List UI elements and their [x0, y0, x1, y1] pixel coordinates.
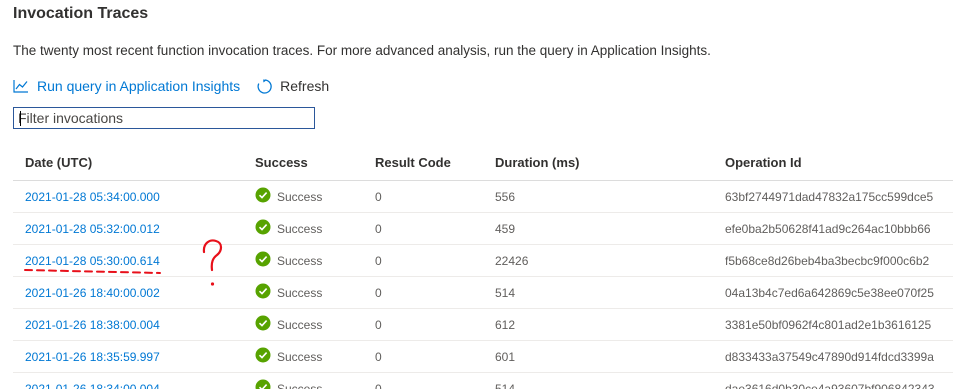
table-header: Date (UTC) Success Result Code Duration … [13, 145, 953, 181]
row-result-code: 0 [375, 285, 382, 300]
refresh-button[interactable]: Refresh [256, 78, 329, 95]
table-row: 2021-01-28 05:32:00.012 Success 0 459 efe0ba… [13, 213, 953, 245]
row-operation-id: efe0ba2b50628f41ad9c264ac10bbb66 [725, 221, 931, 236]
row-date-link[interactable]: 2021-01-26 18:38:00.004 [25, 309, 160, 340]
row-duration: 459 [495, 221, 516, 236]
refresh-icon [256, 78, 273, 95]
table-row: 2021-01-26 18:34:00.004 Success 0 514 dae361… [13, 373, 953, 389]
table-row: 2021-01-28 05:30:00.614 Success 0 22426 f5b6… [13, 245, 953, 277]
checkmark-circle-icon [255, 219, 271, 238]
row-result-code: 0 [375, 349, 382, 364]
row-success: Success [255, 213, 322, 244]
table-row: 2021-01-26 18:40:00.002 Success 0 514 04a13b… [13, 277, 953, 309]
checkmark-circle-icon [255, 251, 271, 270]
invocations-table: Date (UTC) Success Result Code Duration … [13, 145, 953, 389]
table-body: 2021-01-28 05:34:00.000 Success 0 556 63bf27… [13, 181, 953, 389]
row-success-label: Success [277, 221, 323, 236]
run-query-button[interactable]: Run query in Application Insights [13, 78, 240, 94]
toolbar: Run query in Application Insights Refres… [13, 76, 329, 96]
row-operation-id: 63bf2744971dad47832a175cc599dce5 [725, 189, 934, 204]
row-result-code: 0 [375, 317, 382, 332]
row-operation-id: d833433a37549c47890d914fdcd3399a [725, 349, 934, 364]
page-description: The twenty most recent function invocati… [13, 43, 711, 58]
checkmark-circle-icon [255, 347, 271, 366]
column-header-date[interactable]: Date (UTC) [25, 145, 92, 180]
row-success: Success [255, 245, 322, 276]
row-success-label: Success [277, 349, 323, 364]
invocation-traces-page: Invocation Traces The twenty most recent… [0, 0, 953, 389]
row-success: Success [255, 309, 322, 340]
row-date-link[interactable]: 2021-01-28 05:32:00.012 [25, 213, 160, 244]
row-success: Success [255, 181, 322, 212]
row-date-link[interactable]: 2021-01-26 18:40:00.002 [25, 277, 160, 308]
checkmark-circle-icon [255, 187, 271, 206]
row-result-code: 0 [375, 253, 382, 268]
row-operation-id: f5b68ce8d26beb4ba3becbc9f000c6b2 [725, 253, 930, 268]
row-operation-id: dae3616d0b30ce4a93607bf906842343 [725, 381, 935, 389]
row-duration: 514 [495, 285, 516, 300]
row-duration: 612 [495, 317, 516, 332]
checkmark-circle-icon [255, 315, 271, 334]
row-result-code: 0 [375, 189, 382, 204]
row-success-label: Success [277, 189, 323, 204]
row-duration: 601 [495, 349, 516, 364]
column-header-operation-id[interactable]: Operation Id [725, 145, 802, 180]
table-row: 2021-01-28 05:34:00.000 Success 0 556 63bf27… [13, 181, 953, 213]
column-header-success[interactable]: Success [255, 145, 308, 180]
row-duration: 556 [495, 189, 516, 204]
row-date-link[interactable]: 2021-01-26 18:35:59.997 [25, 341, 160, 372]
filter-input[interactable] [13, 107, 315, 129]
row-success-label: Success [277, 381, 323, 389]
row-duration: 514 [495, 381, 516, 389]
checkmark-circle-icon [255, 283, 271, 302]
table-row: 2021-01-26 18:38:00.004 Success 0 612 3381e5… [13, 309, 953, 341]
row-success-label: Success [277, 317, 323, 332]
text-cursor [20, 111, 21, 126]
row-result-code: 0 [375, 221, 382, 236]
row-date-link[interactable]: 2021-01-28 05:30:00.614 [25, 245, 160, 276]
row-date-link[interactable]: 2021-01-26 18:34:00.004 [25, 373, 160, 389]
row-success: Success [255, 277, 322, 308]
row-success: Success [255, 373, 322, 389]
column-header-duration[interactable]: Duration (ms) [495, 145, 580, 180]
row-success-label: Success [277, 285, 323, 300]
line-chart-icon [13, 79, 29, 93]
row-operation-id: 04a13b4c7ed6a642869c5e38ee070f25 [725, 285, 934, 300]
row-success-label: Success [277, 253, 323, 268]
table-row: 2021-01-26 18:35:59.997 Success 0 601 d83343… [13, 341, 953, 373]
row-date-link[interactable]: 2021-01-28 05:34:00.000 [25, 181, 160, 212]
run-query-label: Run query in Application Insights [37, 78, 241, 94]
row-success: Success [255, 341, 322, 372]
column-header-result-code[interactable]: Result Code [375, 145, 451, 180]
refresh-label: Refresh [280, 78, 330, 94]
page-title: Invocation Traces [13, 5, 149, 22]
row-duration: 22426 [495, 253, 529, 268]
row-operation-id: 3381e50bf0962f4c801ad2e1b3616125 [725, 317, 932, 332]
checkmark-circle-icon [255, 379, 271, 389]
row-result-code: 0 [375, 381, 382, 389]
